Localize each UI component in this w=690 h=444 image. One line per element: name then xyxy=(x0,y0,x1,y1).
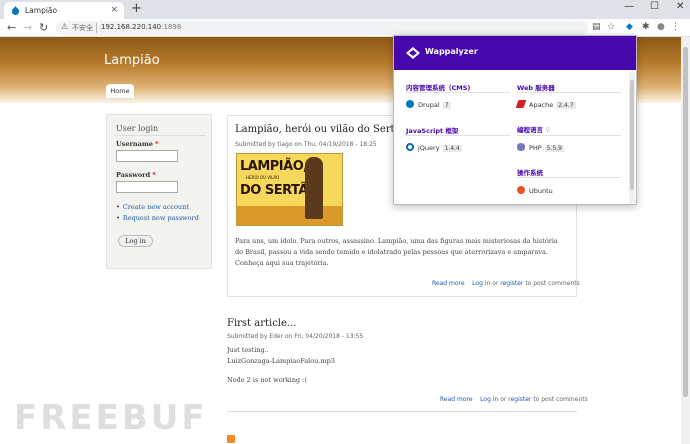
wappalyzer-popup: Wappalyzer 内容管理系统（CMS) Drupal 7 JavaScrip… xyxy=(393,35,637,205)
username-label: Username * xyxy=(116,140,159,148)
address-bar[interactable]: ⚠ 不安全 192.168.220.140:1898 xyxy=(56,21,588,35)
article-line: LuizGonzaga-LampiaoFalou.mp3 xyxy=(227,357,335,365)
warning-triangle-icon[interactable]: ⚠ xyxy=(61,22,68,31)
poster-figure xyxy=(305,157,323,219)
request-password-link[interactable]: • Request new password xyxy=(116,214,199,222)
url-text[interactable]: 192.168.220.140:1898 xyxy=(101,23,181,31)
article-separator xyxy=(227,411,577,412)
category-operating-systems[interactable]: 操作系统 xyxy=(517,167,543,177)
back-arrow-icon[interactable]: ← xyxy=(7,21,16,34)
rss-feed-icon[interactable] xyxy=(227,435,235,443)
category-rule xyxy=(517,135,621,136)
ubuntu-icon xyxy=(517,186,525,194)
article-body: Para uns, um ídolo. Para outros, assassi… xyxy=(235,237,558,267)
category-rule xyxy=(517,92,621,93)
php-icon xyxy=(517,143,525,151)
apache-feather-icon xyxy=(515,100,527,108)
article-links: Read more Log in or register to post com… xyxy=(440,396,588,403)
tech-php[interactable]: PHP 5.5.9 xyxy=(517,143,565,152)
wappalyzer-brand: Wappalyzer xyxy=(425,47,478,56)
new-tab-button[interactable]: + xyxy=(131,1,142,16)
block-title: User login xyxy=(116,124,159,133)
read-more-link[interactable]: Read more xyxy=(432,280,465,287)
wappalyzer-extension-icon[interactable]: ◆ xyxy=(626,22,633,32)
tab-title: Lampião xyxy=(25,6,58,15)
wappalyzer-logo-icon xyxy=(406,47,420,59)
menu-kebab-icon[interactable]: ⋮ xyxy=(671,22,680,32)
article-title[interactable]: First article... xyxy=(227,318,296,329)
login-button[interactable]: Log in xyxy=(118,235,153,247)
nav-home-tab[interactable]: Home xyxy=(106,84,134,98)
popup-scrollbar-thumb[interactable] xyxy=(630,80,634,190)
popup-scrollbar[interactable] xyxy=(629,72,635,204)
tech-apache[interactable]: Apache 2.4.7 xyxy=(515,100,576,109)
translate-icon[interactable]: ▤ xyxy=(592,22,601,32)
omnibox-separator xyxy=(96,23,97,33)
category-rule xyxy=(517,177,621,178)
page-scrollbar[interactable] xyxy=(681,37,690,444)
article-line: Node 2 is not working :( xyxy=(227,376,307,384)
login-link[interactable]: Log in xyxy=(480,396,498,403)
article-image[interactable]: LAMPIÃO, HERÓI OU VILÃO DO SERTÃO xyxy=(236,153,343,226)
register-link[interactable]: register xyxy=(508,396,531,403)
tab-close-icon[interactable]: × xyxy=(110,5,118,15)
category-web-servers[interactable]: Web 服务器 xyxy=(517,82,555,92)
maximize-button[interactable]: ☐ xyxy=(650,1,659,12)
forward-arrow-icon[interactable]: → xyxy=(23,21,32,34)
jquery-icon xyxy=(406,143,414,151)
poster-subtitle: HERÓI OU VILÃO xyxy=(246,175,280,180)
tech-ubuntu[interactable]: Ubuntu xyxy=(517,186,553,195)
category-javascript-frameworks[interactable]: JavaScript 框架 xyxy=(406,125,458,135)
username-input[interactable] xyxy=(116,150,178,162)
category-programming-languages[interactable]: 编程语言 ⚲ xyxy=(517,124,550,134)
scrollbar-thumb[interactable] xyxy=(683,47,688,397)
not-secure-label[interactable]: 不安全 xyxy=(72,23,93,33)
password-label: Password * xyxy=(116,171,156,179)
tech-drupal[interactable]: Drupal 7 xyxy=(406,100,451,109)
site-name[interactable]: Lampião xyxy=(104,53,160,68)
tech-jquery[interactable]: jQuery 1.4.4 xyxy=(406,143,462,152)
category-cms[interactable]: 内容管理系统（CMS) xyxy=(406,82,470,92)
drupal-icon xyxy=(406,100,414,108)
article-submitted: Submitted by tiago on Thu, 04/19/2018 - … xyxy=(235,141,377,148)
article-links: Read more Log in or register to post com… xyxy=(432,280,580,287)
extensions-puzzle-icon[interactable]: ✱ xyxy=(642,22,650,32)
article-submitted: Submitted by Eder on Fri, 04/20/2018 - 1… xyxy=(227,333,364,340)
profile-avatar-icon[interactable]: ● xyxy=(657,22,665,32)
reload-icon[interactable]: ↻ xyxy=(39,21,48,34)
bookmark-star-icon[interactable]: ☆ xyxy=(607,22,615,32)
login-link[interactable]: Log in xyxy=(472,280,490,287)
password-input[interactable] xyxy=(116,181,178,193)
close-window-button[interactable]: ✕ xyxy=(676,1,684,12)
browser-tab[interactable]: Lampião × xyxy=(4,2,124,19)
login-links: • Create new account • Request new passwor… xyxy=(116,203,199,225)
popup-header: Wappalyzer xyxy=(394,36,636,70)
drupal-favicon-icon xyxy=(11,6,20,15)
block-title-rule xyxy=(116,135,206,136)
poster-title-line1: LAMPIÃO, xyxy=(240,159,308,174)
watermark: FREEBUF xyxy=(14,398,208,438)
article-title[interactable]: Lampião, herói ou vilão do Sertão? xyxy=(235,124,412,135)
minimize-button[interactable]: — xyxy=(624,1,634,12)
category-rule xyxy=(406,135,510,136)
register-link[interactable]: register xyxy=(500,280,523,287)
category-rule xyxy=(406,92,510,93)
poster-ground xyxy=(237,206,342,225)
link-icon: ⚲ xyxy=(545,126,551,134)
read-more-link[interactable]: Read more xyxy=(440,396,473,403)
user-login-block: User login Username * Password * • Create… xyxy=(106,114,212,269)
tab-strip: Lampião × + — ☐ ✕ xyxy=(0,0,690,19)
article-line: Just testing.. xyxy=(227,346,269,354)
create-account-link[interactable]: • Create new account xyxy=(116,203,199,211)
